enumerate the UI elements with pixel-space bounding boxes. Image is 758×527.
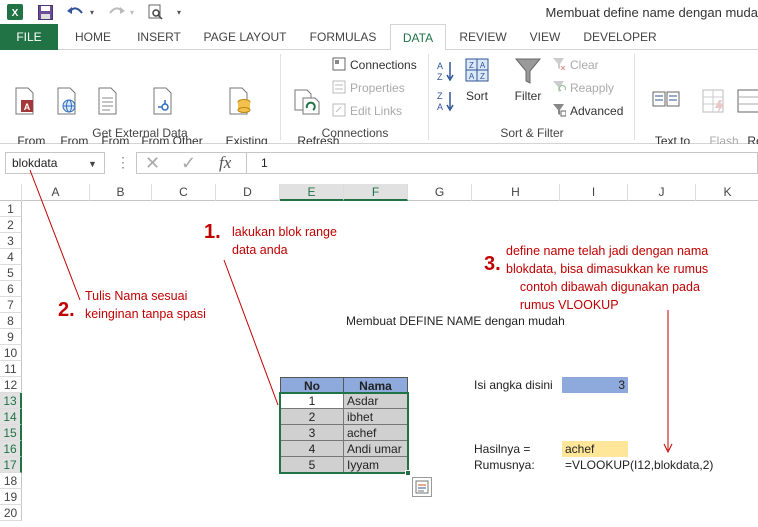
arrow-to-table bbox=[223, 259, 279, 406]
annotation-arrows bbox=[29, 169, 673, 454]
arrow-to-name-box bbox=[29, 169, 81, 301]
